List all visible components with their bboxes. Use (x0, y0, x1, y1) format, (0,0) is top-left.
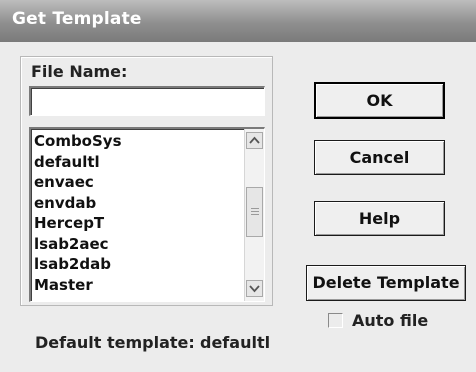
delete-template-button[interactable]: Delete Template (306, 265, 466, 301)
list-item[interactable]: defaultl (34, 152, 122, 173)
scroll-up-arrow-icon[interactable] (246, 132, 263, 149)
list-item[interactable]: Master (34, 275, 122, 296)
get-template-dialog: Get Template File Name: ComboSys default… (0, 0, 476, 372)
list-item[interactable]: envaec (34, 172, 122, 193)
title-bar[interactable]: Get Template (0, 0, 476, 42)
auto-file-checkbox[interactable] (328, 313, 343, 328)
scroll-thumb[interactable] (246, 187, 263, 237)
cancel-button[interactable]: Cancel (314, 140, 445, 175)
template-listbox[interactable]: ComboSys defaultl envaec envdab HercepT … (29, 127, 265, 302)
default-template-label: Default template: (35, 333, 195, 352)
file-name-label: File Name: (31, 62, 128, 81)
default-template-value: defaultl (200, 333, 271, 352)
list-item[interactable]: envdab (34, 193, 122, 214)
list-scrollbar[interactable] (244, 129, 264, 301)
help-button[interactable]: Help (314, 201, 445, 236)
dialog-title: Get Template (12, 9, 142, 29)
list-item[interactable]: lsab2aec (34, 234, 122, 255)
ok-button[interactable]: OK (314, 82, 445, 119)
list-item[interactable]: lsab2dab (34, 254, 122, 275)
list-item[interactable]: HercepT (34, 213, 122, 234)
template-list: ComboSys defaultl envaec envdab HercepT … (34, 131, 122, 295)
list-item[interactable]: ComboSys (34, 131, 122, 152)
scroll-down-arrow-icon[interactable] (246, 280, 263, 297)
file-name-input[interactable] (29, 86, 265, 116)
auto-file-label: Auto file (352, 311, 429, 330)
